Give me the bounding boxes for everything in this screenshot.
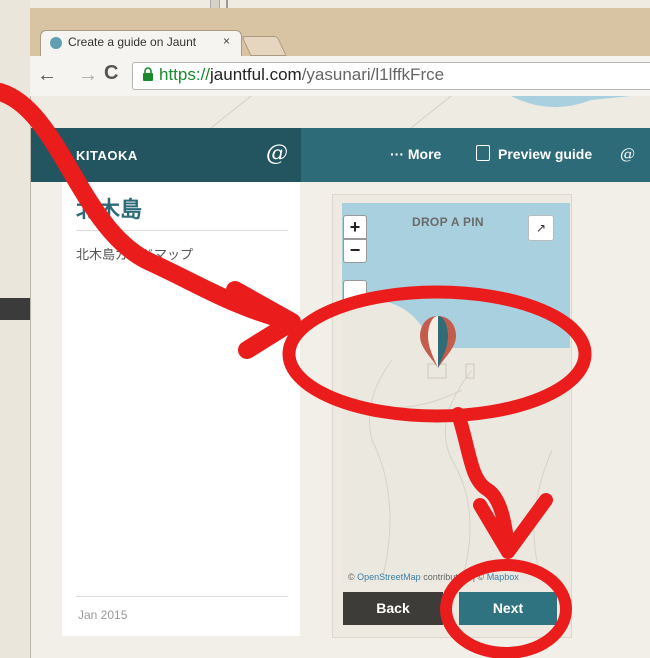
guide-date: Jan 2015 [78, 608, 128, 622]
drop-pin-label: DROP A PIN [412, 215, 484, 229]
next-button[interactable]: Next [459, 592, 557, 625]
guide-title[interactable]: 北木島 [76, 192, 142, 224]
expand-map-icon[interactable]: ↗ [528, 215, 554, 241]
tab-title: Create a guide on Jaunt [68, 35, 197, 49]
desktop-background [0, 0, 30, 658]
zoom-out-button[interactable]: − [343, 239, 367, 263]
zoom-in-button[interactable]: + [343, 215, 367, 239]
url-host: jauntful.com [210, 65, 302, 84]
preview-icon [476, 145, 490, 161]
attrib-middle: contributors | © [420, 572, 487, 582]
url-scheme: https:// [159, 65, 211, 84]
back-arrow-icon[interactable]: ← [37, 64, 57, 87]
divider [76, 596, 288, 597]
background-window-edge [0, 298, 32, 320]
map-roads [342, 360, 553, 580]
header-brand-area [31, 128, 301, 182]
url-path: /yasunari/l1lffkFrce [301, 65, 445, 84]
map-attribution: © OpenStreetMap contributors | © Mapbox [348, 572, 519, 582]
url-text[interactable]: https://jauntful.com/yasunari/l1lffkFrce [159, 65, 444, 85]
jauntful-logo-icon[interactable]: @ [266, 141, 288, 166]
guide-description[interactable]: 北木島ガイドマップ [76, 244, 193, 263]
locate-button[interactable] [343, 280, 367, 304]
forward-arrow-icon[interactable]: → [78, 64, 98, 87]
preview-guide-button[interactable]: Preview guide [498, 146, 592, 162]
map-pin-icon[interactable] [418, 314, 458, 370]
lock-icon [143, 67, 153, 81]
attrib-prefix: © [348, 572, 358, 582]
background-map [31, 96, 650, 128]
tab-close-icon[interactable]: × [223, 34, 230, 48]
divider [76, 230, 288, 231]
back-button[interactable]: Back [343, 592, 443, 625]
more-menu-button[interactable]: ··· More [390, 146, 441, 162]
openstreetmap-link[interactable]: OpenStreetMap [357, 572, 421, 582]
jauntful-favicon-icon [50, 37, 62, 49]
share-logo-icon[interactable]: @ [620, 145, 635, 163]
mapbox-link[interactable]: Mapbox [487, 572, 519, 582]
brand-name[interactable]: KITAOKA [76, 148, 138, 163]
reload-icon[interactable]: C [104, 62, 118, 85]
